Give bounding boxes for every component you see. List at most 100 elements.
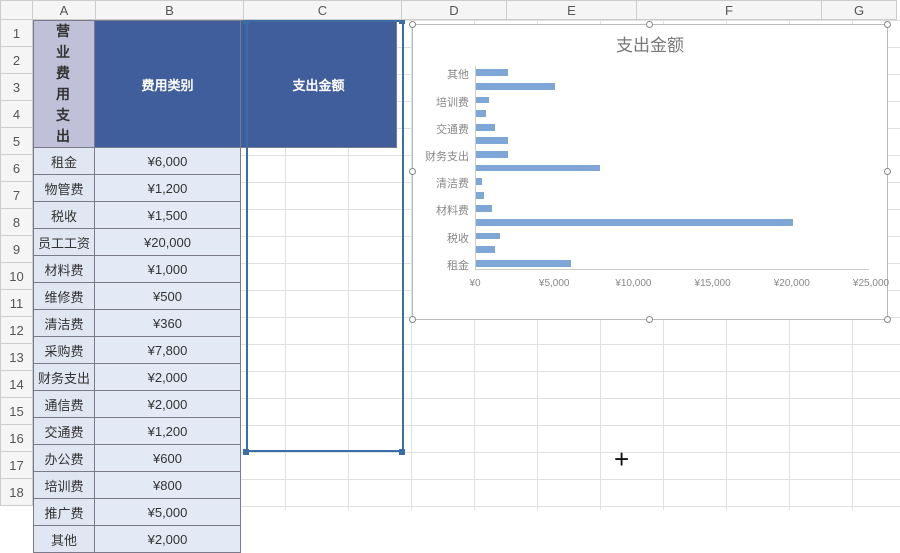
chart-x-tick: ¥10,000 [615,278,651,289]
cell-amount[interactable]: ¥2,000 [95,391,241,418]
col-header-F[interactable]: F [637,0,822,20]
cell-amount[interactable]: ¥1,200 [95,418,241,445]
chart-x-tick: ¥25,000 [853,278,889,289]
chart-bar [476,97,489,104]
row-header-12[interactable]: 12 [0,317,33,344]
chart-resize-handle[interactable] [409,21,416,28]
col-header-B[interactable]: B [96,0,244,20]
row-header-16[interactable]: 16 [0,425,33,452]
cell-amount[interactable]: ¥800 [95,472,241,499]
row-header-14[interactable]: 14 [0,371,33,398]
row-header-6[interactable]: 6 [0,155,33,182]
cell-category[interactable]: 通信费 [34,391,95,418]
merged-group-label: 营业费用支出 [56,23,72,144]
chart-title: 支出金额 [413,25,887,60]
cell-category[interactable]: 物管费 [34,175,95,202]
merged-group-cell[interactable]: 营业费用支出 [34,21,95,148]
row-header-5[interactable]: 5 [0,128,33,155]
chart-body: 其他培训费交通费财务支出清洁费材料费税收租金 ¥0¥5,000¥10,000¥1… [423,60,877,298]
cell-amount[interactable]: ¥2,000 [95,364,241,391]
row-header-10[interactable]: 10 [0,263,33,290]
chart-bar [476,137,508,144]
cell-category[interactable]: 财务支出 [34,364,95,391]
chart-resize-handle[interactable] [409,316,416,323]
chart-plot-area [475,66,869,270]
row-header-1[interactable]: 1 [0,20,33,47]
chart-x-tick: ¥15,000 [695,278,731,289]
cell-amount[interactable]: ¥600 [95,445,241,472]
header-amount[interactable]: 支出金额 [241,21,397,148]
chart-bar [476,110,486,117]
chart-y-label: 财务支出 [425,148,469,164]
cell-amount[interactable]: ¥1,000 [95,256,241,283]
cell-amount[interactable]: ¥1,200 [95,175,241,202]
cell-category[interactable]: 租金 [34,148,95,175]
chart-bar [476,219,793,226]
row-header-15[interactable]: 15 [0,398,33,425]
row-header-4[interactable]: 4 [0,101,33,128]
chart-resize-handle[interactable] [409,168,416,175]
row-header-8[interactable]: 8 [0,209,33,236]
row-header-17[interactable]: 17 [0,452,33,479]
chart-bar [476,124,495,131]
chart-resize-handle[interactable] [884,21,891,28]
col-header-A[interactable]: A [33,0,96,20]
data-table: 营业费用支出 费用类别 支出金额 租金¥6,000物管费¥1,200税收¥1,5… [33,20,397,553]
chart-y-label: 材料费 [436,202,469,218]
fill-handle[interactable] [399,449,405,455]
row-header-18[interactable]: 18 [0,479,33,506]
cell-amount[interactable]: ¥5,000 [95,499,241,526]
cell-amount[interactable]: ¥6,000 [95,148,241,175]
cell-category[interactable]: 培训费 [34,472,95,499]
cell-category[interactable]: 材料费 [34,256,95,283]
spreadsheet-view[interactable]: ABCDEFG 123456789101112131415161718 营业费用… [0,0,900,510]
chart-y-label: 税收 [447,230,469,246]
chart-x-tick: ¥0 [469,278,480,289]
chart-bar [476,205,492,212]
col-header-G[interactable]: G [822,0,897,20]
col-header-D[interactable]: D [402,0,507,20]
cell-amount[interactable]: ¥20,000 [95,229,241,256]
chart-resize-handle[interactable] [646,316,653,323]
chart-bar [476,192,484,199]
chart-x-tick: ¥20,000 [774,278,810,289]
cell-amount[interactable]: ¥500 [95,283,241,310]
cell-amount[interactable]: ¥360 [95,310,241,337]
row-header-2[interactable]: 2 [0,47,33,74]
header-category[interactable]: 费用类别 [95,21,241,148]
chart-bar [476,246,495,253]
embedded-chart[interactable]: 支出金额 其他培训费交通费财务支出清洁费材料费税收租金 ¥0¥5,000¥10,… [412,24,888,320]
cell-category[interactable]: 办公费 [34,445,95,472]
cell-amount[interactable]: ¥7,800 [95,337,241,364]
cell-category[interactable]: 推广费 [34,499,95,526]
cell-category[interactable]: 其他 [34,526,95,553]
chart-bar [476,233,500,240]
row-header-3[interactable]: 3 [0,74,33,101]
row-header-7[interactable]: 7 [0,182,33,209]
chart-x-axis: ¥0¥5,000¥10,000¥15,000¥20,000¥25,000 [475,278,869,296]
chart-y-label: 清洁费 [436,175,469,191]
cell-category[interactable]: 税收 [34,202,95,229]
cell-category[interactable]: 交通费 [34,418,95,445]
cell-amount[interactable]: ¥1,500 [95,202,241,229]
cell-category[interactable]: 维修费 [34,283,95,310]
row-header-13[interactable]: 13 [0,344,33,371]
cell-amount[interactable]: ¥2,000 [95,526,241,553]
col-header-C[interactable]: C [244,0,402,20]
chart-bar [476,151,508,158]
chart-resize-handle[interactable] [646,21,653,28]
chart-bar [476,178,482,185]
col-header-E[interactable]: E [507,0,637,20]
cell-category[interactable]: 清洁费 [34,310,95,337]
chart-y-label: 其他 [447,66,469,82]
fill-handle[interactable] [243,449,249,455]
chart-bar [476,165,600,172]
chart-resize-handle[interactable] [884,316,891,323]
row-header-9[interactable]: 9 [0,236,33,263]
chart-bar [476,69,508,76]
cell-category[interactable]: 员工工资 [34,229,95,256]
chart-bar [476,260,571,267]
cell-category[interactable]: 采购费 [34,337,95,364]
row-header-11[interactable]: 11 [0,290,33,317]
chart-resize-handle[interactable] [884,168,891,175]
